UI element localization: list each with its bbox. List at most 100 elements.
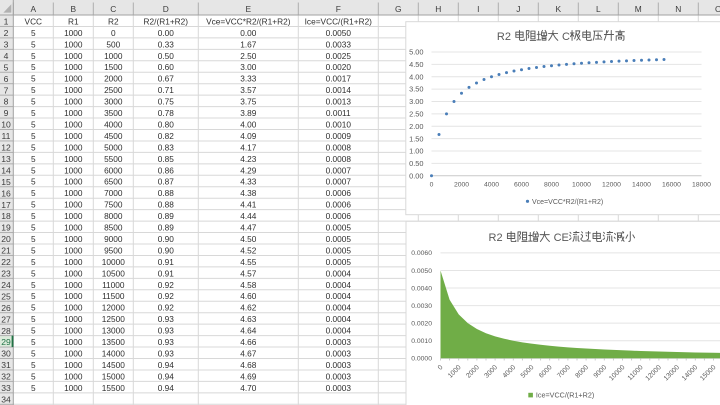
svg-text:11: 11: [2, 131, 11, 141]
svg-text:0.0020: 0.0020: [411, 321, 432, 328]
svg-text:1000: 1000: [64, 28, 83, 38]
svg-text:5: 5: [31, 108, 36, 118]
svg-text:5: 5: [31, 268, 36, 278]
svg-text:3000: 3000: [104, 97, 123, 107]
svg-text:Ice=VCC/(R1+R2): Ice=VCC/(R1+R2): [536, 390, 594, 399]
svg-text:5: 5: [31, 39, 36, 49]
svg-text:32: 32: [1, 372, 11, 382]
svg-text:30: 30: [1, 349, 11, 359]
svg-text:29: 29: [1, 337, 11, 347]
svg-text:0.78: 0.78: [158, 108, 175, 118]
svg-text:5: 5: [31, 257, 36, 267]
svg-text:1000: 1000: [64, 280, 83, 290]
svg-text:19: 19: [1, 223, 11, 233]
svg-text:1000: 1000: [64, 177, 83, 187]
svg-text:0.0009: 0.0009: [326, 131, 352, 141]
svg-text:1500: 1500: [104, 62, 123, 72]
svg-text:I: I: [477, 4, 479, 14]
svg-text:Ice=VCC/(R1+R2): Ice=VCC/(R1+R2): [305, 16, 373, 26]
svg-text:0.90: 0.90: [158, 245, 175, 255]
svg-text:4.52: 4.52: [240, 245, 257, 255]
svg-text:0.60: 0.60: [158, 62, 175, 72]
svg-text:5: 5: [31, 62, 36, 72]
svg-text:4.17: 4.17: [240, 142, 257, 152]
svg-text:11500: 11500: [102, 291, 125, 301]
svg-text:4: 4: [4, 51, 9, 61]
svg-text:0.0010: 0.0010: [326, 120, 352, 130]
svg-text:1000: 1000: [64, 326, 83, 336]
svg-text:G: G: [395, 4, 402, 14]
svg-text:0.0005: 0.0005: [326, 223, 352, 233]
svg-text:2.50: 2.50: [409, 110, 423, 119]
svg-text:6500: 6500: [104, 177, 123, 187]
svg-text:5: 5: [31, 371, 36, 381]
svg-text:1000: 1000: [64, 257, 83, 267]
svg-text:0.0006: 0.0006: [326, 200, 352, 210]
svg-text:J: J: [516, 4, 520, 14]
svg-text:4.50: 4.50: [240, 234, 257, 244]
svg-text:0.86: 0.86: [158, 165, 175, 175]
svg-text:1000: 1000: [64, 97, 83, 107]
svg-text:5: 5: [31, 188, 36, 198]
svg-text:0.0004: 0.0004: [326, 303, 352, 313]
svg-text:0.93: 0.93: [158, 337, 175, 347]
svg-text:1000: 1000: [64, 349, 83, 359]
svg-text:0.0025: 0.0025: [326, 51, 352, 61]
svg-text:13: 13: [1, 154, 11, 164]
svg-text:14: 14: [1, 165, 11, 175]
svg-text:4.09: 4.09: [240, 131, 257, 141]
svg-text:Vce=VCC*R2/(R1+R2): Vce=VCC*R2/(R1+R2): [532, 199, 603, 206]
svg-text:0.50: 0.50: [158, 51, 175, 61]
svg-text:0.0050: 0.0050: [411, 268, 432, 275]
svg-text:1.67: 1.67: [240, 39, 257, 49]
svg-text:5: 5: [31, 165, 36, 175]
svg-text:0: 0: [430, 182, 434, 189]
svg-text:5: 5: [31, 291, 36, 301]
svg-text:5: 5: [31, 303, 36, 313]
svg-text:3.75: 3.75: [240, 97, 257, 107]
svg-text:5: 5: [31, 245, 36, 255]
svg-text:R2: R2: [108, 16, 119, 26]
svg-text:C: C: [562, 31, 570, 43]
svg-text:0.0005: 0.0005: [326, 257, 352, 267]
svg-text:5: 5: [31, 74, 36, 84]
svg-text:0.92: 0.92: [158, 303, 175, 313]
svg-text:1000: 1000: [64, 120, 83, 130]
svg-text:0.71: 0.71: [158, 85, 175, 95]
svg-text:0.94: 0.94: [158, 371, 175, 381]
svg-text:5: 5: [31, 326, 36, 336]
svg-text:5: 5: [31, 337, 36, 347]
svg-text:0.0003: 0.0003: [326, 371, 352, 381]
svg-text:0.89: 0.89: [158, 211, 175, 221]
svg-text:26: 26: [1, 303, 11, 313]
svg-text:0.0006: 0.0006: [326, 188, 352, 198]
svg-text:3.50: 3.50: [409, 85, 423, 94]
svg-text:3: 3: [4, 40, 9, 50]
svg-text:16: 16: [1, 188, 11, 198]
svg-text:Vce=VCC*R2/(R1+R2): Vce=VCC*R2/(R1+R2): [206, 16, 291, 26]
svg-text:0.83: 0.83: [158, 142, 175, 152]
svg-text:4.64: 4.64: [240, 326, 257, 336]
svg-text:1000: 1000: [64, 337, 83, 347]
svg-text:21: 21: [1, 246, 11, 256]
svg-text:0.0004: 0.0004: [326, 326, 352, 336]
svg-text:6: 6: [4, 74, 9, 84]
svg-text:0.88: 0.88: [158, 188, 175, 198]
svg-text:5: 5: [31, 154, 36, 164]
svg-text:10000: 10000: [572, 182, 591, 189]
svg-text:1000: 1000: [64, 62, 83, 72]
svg-text:0.0030: 0.0030: [411, 303, 432, 310]
svg-text:1000: 1000: [64, 165, 83, 175]
svg-text:23: 23: [1, 269, 11, 279]
svg-text:1000: 1000: [64, 291, 83, 301]
svg-text:B: B: [71, 4, 77, 14]
svg-text:0.85: 0.85: [158, 154, 175, 164]
svg-text:4.00: 4.00: [409, 72, 423, 81]
svg-text:4.62: 4.62: [240, 303, 257, 313]
svg-text:0.90: 0.90: [158, 234, 175, 244]
svg-text:1000: 1000: [64, 39, 83, 49]
svg-text:14000: 14000: [102, 349, 125, 359]
svg-text:2000: 2000: [454, 182, 469, 189]
svg-text:25: 25: [1, 291, 11, 301]
svg-text:0.0003: 0.0003: [326, 383, 352, 393]
